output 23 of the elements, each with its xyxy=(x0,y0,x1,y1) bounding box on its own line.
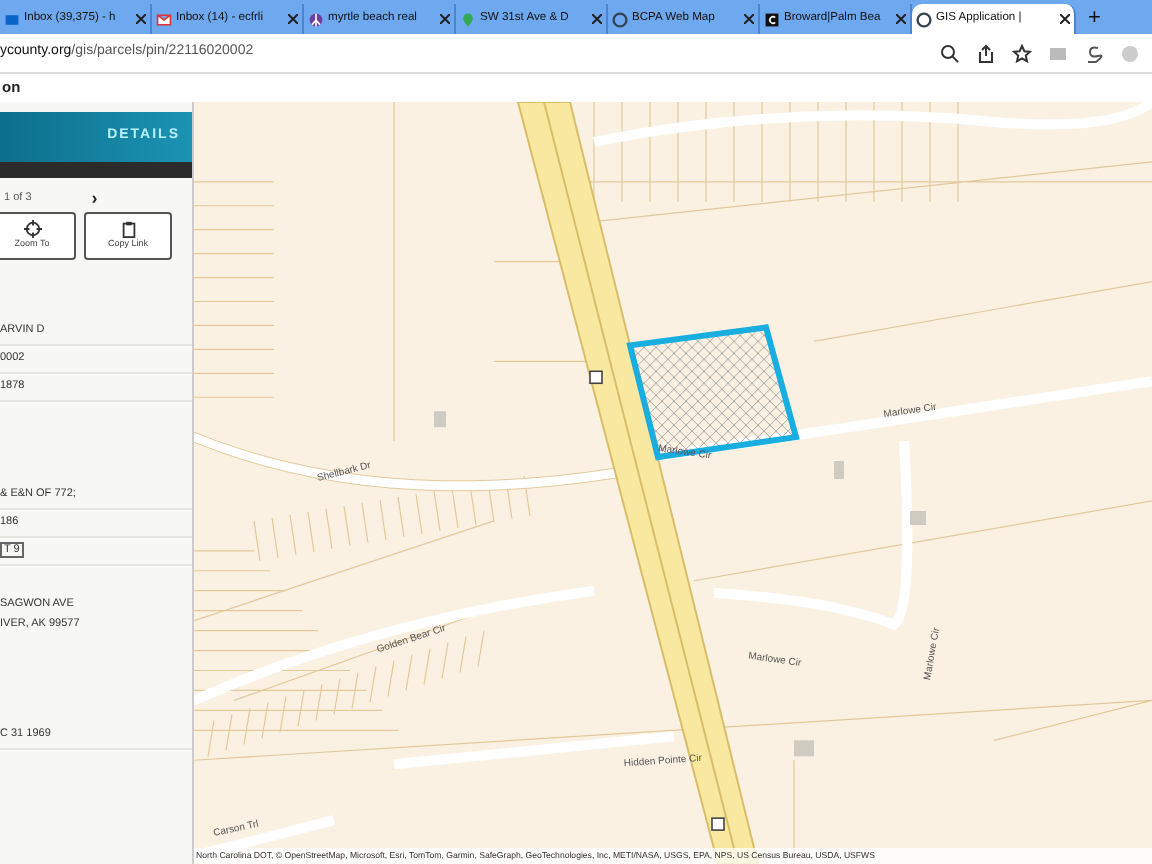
next-button[interactable]: › xyxy=(91,190,98,207)
tab-favicon xyxy=(308,11,324,27)
close-icon[interactable] xyxy=(744,14,754,24)
tab-favicon xyxy=(460,11,476,27)
tab-favicon xyxy=(612,11,628,27)
share-icon[interactable] xyxy=(976,43,996,63)
tab-favicon xyxy=(916,11,932,27)
tab-favicon xyxy=(4,11,20,27)
tab-favicon xyxy=(764,11,780,27)
zoom-icon[interactable] xyxy=(940,43,960,63)
crosshair-icon xyxy=(23,220,41,239)
clipboard-icon xyxy=(119,220,137,239)
close-icon[interactable] xyxy=(288,14,298,24)
tab-favicon xyxy=(156,11,172,27)
close-icon[interactable] xyxy=(896,14,906,24)
new-tab-button[interactable]: + xyxy=(1076,4,1113,34)
close-icon[interactable] xyxy=(1060,14,1070,24)
close-icon[interactable] xyxy=(136,14,146,24)
close-icon[interactable] xyxy=(440,14,450,24)
route-shield-icon xyxy=(711,817,725,831)
route-shield-icon xyxy=(589,370,603,385)
close-icon[interactable] xyxy=(592,14,602,24)
star-icon[interactable] xyxy=(1012,43,1032,63)
